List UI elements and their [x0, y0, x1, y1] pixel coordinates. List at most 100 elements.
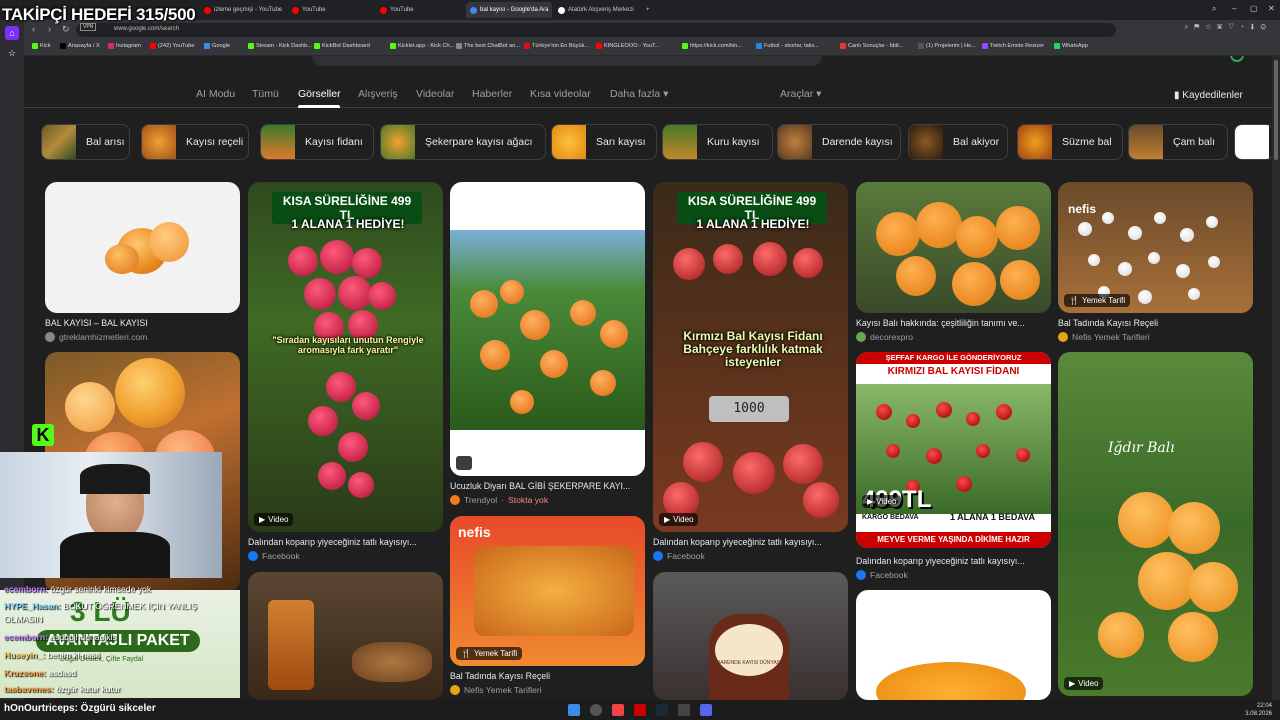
tab-shopping[interactable]: Alışveriş	[358, 88, 398, 100]
tab-videos[interactable]: Videolar	[416, 88, 454, 100]
chip-sari-kayisi[interactable]: Sarı kayısı	[551, 124, 657, 160]
home-icon[interactable]: ⌂	[5, 26, 19, 40]
reload-icon[interactable]: ↻	[62, 24, 70, 35]
chip-suzme-bal[interactable]: Süzme bal	[1017, 124, 1123, 160]
forward-icon[interactable]: ›	[48, 24, 51, 34]
result-source[interactable]: decorexpro	[856, 332, 913, 342]
chip-kayisi-receli[interactable]: Kayısı reçeli	[141, 124, 249, 160]
opera-icon[interactable]	[612, 704, 624, 716]
maximize-icon[interactable]: ▢	[1250, 4, 1258, 13]
bookmark-item[interactable]: KINGLEOOO - YouT...	[596, 43, 659, 49]
bookmark-item[interactable]: https://kick.com/kin...	[682, 43, 742, 49]
minimize-icon[interactable]: –	[1232, 4, 1236, 13]
steam-icon[interactable]	[656, 704, 668, 716]
result-image-apricot-branch[interactable]	[856, 182, 1051, 313]
result-image-igdir-apricot[interactable]: Iğdır Balı ▶ Video	[1058, 352, 1253, 696]
tab-ataturk[interactable]: Atatürk Alışveriş Merkezi	[554, 2, 640, 18]
bookmark-item[interactable]: Kicklet.app - Kick Ch...	[390, 43, 454, 49]
result-image-scale[interactable]: KISA SÜRELİĞİNE 499 TL 1 ALANA 1 HEDİYE!…	[653, 182, 848, 532]
result-image-jam-bowl[interactable]: nefis 🍴 Yemek Tarifi	[450, 516, 645, 666]
chat-username[interactable]: tasbavenes:	[4, 684, 54, 694]
chip-thumbnail	[1235, 125, 1269, 159]
bookmark-item[interactable]: (242) YouTube	[150, 43, 195, 49]
bookmark-item[interactable]: Anasayfa / X	[60, 43, 100, 49]
tools-button[interactable]: Araçlar ▾	[780, 88, 821, 100]
chip-kayisi-fidani[interactable]: Kayısı fidanı	[260, 124, 374, 160]
bookmark-item[interactable]: Stream - Kick Dashb...	[248, 43, 312, 49]
account-avatar[interactable]	[1230, 56, 1244, 62]
tab-news[interactable]: Haberler	[472, 88, 512, 100]
result-caption[interactable]: Dalından koparıp yiyeceğiniz tatlı kayıs…	[856, 556, 1051, 566]
bookmark-item[interactable]: KickBot Dashboard	[314, 43, 370, 49]
bookmark-item[interactable]: Twitch Emote Resizer	[982, 43, 1044, 49]
tab-youtube-history[interactable]: izleme geçmişi - YouTube	[200, 2, 288, 18]
result-image-jam-jar[interactable]	[248, 572, 443, 700]
windows-start-icon[interactable]	[568, 704, 580, 716]
result-caption[interactable]: Bal Tadında Kayısı Reçeli	[450, 671, 645, 681]
star-icon[interactable]: ☆	[5, 46, 19, 60]
result-source[interactable]: Facebook	[248, 551, 300, 561]
bookmark-item[interactable]: WhatsApp	[1054, 43, 1088, 49]
opera-gx-icon[interactable]	[634, 704, 646, 716]
chat-username[interactable]: Huseyin_:	[4, 650, 45, 660]
saved-button[interactable]: ▮ Kaydedilenler	[1174, 90, 1243, 101]
chat-username[interactable]: Kruzsone:	[4, 668, 46, 678]
tab-more[interactable]: Daha fazla ▾	[610, 88, 668, 100]
result-image-jam-seeds[interactable]: nefis 🍴 Yemek Tarifi	[1058, 182, 1253, 313]
chip-bal-akiyor[interactable]: Bal akiyor	[908, 124, 1008, 160]
bookmark-item[interactable]: Futbol - skorlar, takv...	[756, 43, 819, 49]
result-source[interactable]: Nefis Yemek Tarifleri	[450, 685, 542, 695]
search-icon[interactable]	[590, 704, 602, 716]
chip-darende-kayisi[interactable]: Darende kayısı	[777, 124, 901, 160]
extension-icons[interactable]: ⌕⚑☆▣♡◔⬇⚙	[1184, 24, 1272, 32]
close-icon[interactable]: ✕	[1268, 4, 1275, 13]
tab-short-videos[interactable]: Kısa videolar	[530, 88, 591, 100]
result-image-dried-apricot[interactable]	[856, 590, 1051, 700]
result-caption[interactable]: Bal Tadında Kayısı Reçeli	[1058, 318, 1253, 328]
result-image-tree[interactable]	[450, 182, 645, 476]
url-field[interactable]: www.google.com/search	[76, 23, 1116, 37]
back-icon[interactable]: ‹	[32, 24, 35, 34]
result-image-fidan-ad[interactable]: ŞEFFAF KARGO İLE GÖNDERİYORUZ KIRMIZI BA…	[856, 352, 1051, 548]
result-caption[interactable]: Dalından koparıp yiyeceğiniz tatlı kayıs…	[653, 537, 848, 547]
chat-username[interactable]: ecemborn:	[4, 632, 48, 642]
search-tabs-icon[interactable]: ⌕	[1212, 4, 1216, 14]
discord-icon[interactable]	[700, 704, 712, 716]
search-box[interactable]	[312, 56, 822, 66]
chip-sekerpare-kayisi-agaci[interactable]: Şekerpare kayısı ağacı	[380, 124, 546, 160]
app-icon[interactable]	[678, 704, 690, 716]
tab-youtube-2[interactable]: YouTube	[376, 2, 464, 18]
tab-images[interactable]: Görseller	[298, 88, 341, 100]
chip-kuru-kayisi[interactable]: Kuru kayısı	[662, 124, 773, 160]
tab-youtube[interactable]: YouTube	[288, 2, 376, 18]
new-tab-button[interactable]: +	[642, 2, 654, 18]
result-caption[interactable]: Dalından koparıp yiyeceğiniz tatlı kayıs…	[248, 537, 443, 547]
result-source[interactable]: Facebook	[856, 570, 908, 580]
result-source[interactable]: Facebook	[653, 551, 705, 561]
result-caption[interactable]: Ucuzluk Diyarı BAL GİBİ ŞEKERPARE KAYI..…	[450, 481, 645, 491]
result-caption[interactable]: Kayısı Balı hakkında: çeşitliliğin tanım…	[856, 318, 1051, 328]
chip-next[interactable]	[1234, 124, 1272, 160]
result-source[interactable]: Trendyol · Stokta yok	[450, 495, 548, 505]
bookmark-item[interactable]: The best ChatBot an...	[456, 43, 520, 49]
bookmark-item[interactable]: Instagram	[108, 43, 141, 49]
tab-ai-mode[interactable]: AI Modu	[196, 88, 235, 100]
result-source[interactable]: gtreklamhizmetleri.com	[45, 332, 147, 342]
result-source[interactable]: Nefis Yemek Tarifleri	[1058, 332, 1150, 342]
result-image-1[interactable]	[45, 182, 240, 313]
tab-all[interactable]: Tümü	[252, 88, 279, 100]
bookmark-item[interactable]: (1) Projelerim | He...	[918, 43, 976, 49]
scrollbar-thumb[interactable]	[1274, 60, 1278, 160]
chip-bal-arisi[interactable]: Bal arısı	[41, 124, 130, 160]
result-image-darende-jar[interactable]: DARENDE KAYISI DÜNYASI	[653, 572, 848, 700]
bookmark-item[interactable]: Kick	[32, 43, 51, 49]
bookmark-item[interactable]: Google	[204, 43, 230, 49]
bookmark-item[interactable]: Türkiye'nin En Büyük...	[524, 43, 589, 49]
chat-username[interactable]: ecemborn:	[4, 584, 48, 594]
bookmark-item[interactable]: Canlı Sonuçlar - İddi...	[840, 43, 903, 49]
tab-google-search[interactable]: bal kayısı - Google'da Ara	[466, 2, 552, 18]
result-image-red-apricots[interactable]: KISA SÜRELİĞİNE 499 TL 1 ALANA 1 HEDİYE!…	[248, 182, 443, 532]
chip-cam-bali[interactable]: Çam balı	[1128, 124, 1228, 160]
result-caption[interactable]: BAL KAYISI – BAL KAYISI	[45, 318, 240, 328]
chat-username[interactable]: HYPE_Hasan:	[4, 601, 61, 611]
